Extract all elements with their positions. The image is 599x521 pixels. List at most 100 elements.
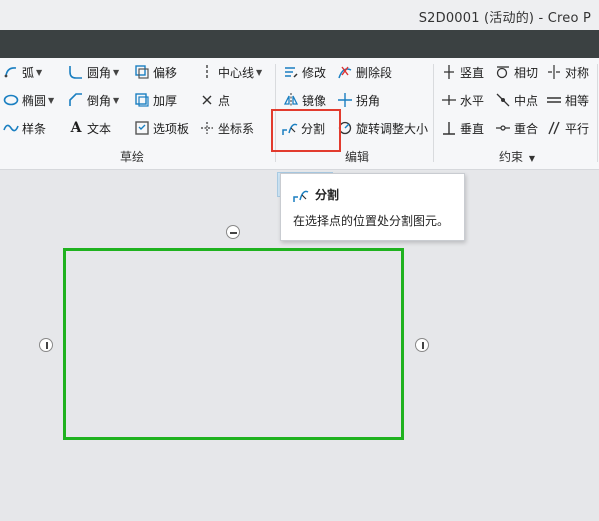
- perpendicular-icon: [441, 120, 457, 136]
- midpoint-icon: [495, 92, 511, 108]
- symmetric-icon: [546, 64, 562, 80]
- chamfer-label: 倒角: [87, 93, 112, 108]
- spline-tool[interactable]: 样条: [3, 117, 46, 139]
- coincident-constraint-tool[interactable]: 重合: [495, 117, 538, 139]
- palette-label: 选项板: [153, 121, 190, 136]
- chevron-down-icon: ▼: [528, 154, 535, 163]
- divide-highlight-box: [271, 109, 341, 152]
- centerline-icon: [199, 64, 215, 80]
- modify-icon: [283, 64, 299, 80]
- modify-label: 修改: [302, 65, 327, 80]
- horizontal-label: 水平: [460, 93, 485, 108]
- vertical-label: 竖直: [460, 65, 485, 80]
- ellipse-icon: [3, 92, 19, 108]
- centerline-tool[interactable]: 中心线 ▼: [199, 61, 262, 83]
- text-label: 文本: [87, 121, 112, 136]
- delete-segment-icon: [337, 64, 353, 80]
- arc-tool[interactable]: 弧 ▼: [3, 61, 42, 83]
- thicken-label: 加厚: [153, 93, 178, 108]
- horizontal-constraint-tool[interactable]: 水平: [441, 89, 484, 111]
- offset-tool[interactable]: 偏移: [134, 61, 177, 83]
- coordsys-tool[interactable]: 坐标系: [199, 117, 254, 139]
- offset-label: 偏移: [153, 65, 178, 80]
- vertical-constraint-marker-left[interactable]: [39, 338, 53, 352]
- palette-icon: [134, 120, 150, 136]
- symmetric-label: 对称: [565, 65, 590, 80]
- point-tool[interactable]: 点: [199, 89, 230, 111]
- thicken-icon: [134, 92, 150, 108]
- coincident-label: 重合: [514, 121, 539, 136]
- title-bar: S2D0001 (活动的) - Creo P: [0, 0, 599, 30]
- thicken-tool[interactable]: 加厚: [134, 89, 177, 111]
- chevron-down-icon[interactable]: ▼: [256, 68, 262, 77]
- corner-icon: [337, 92, 353, 108]
- tangent-constraint-tool[interactable]: 相切: [495, 61, 538, 83]
- ribbon-tab-strip: [0, 30, 599, 58]
- equal-constraint-tool[interactable]: 相等: [546, 89, 589, 111]
- vertical-constraint-marker-right[interactable]: [415, 338, 429, 352]
- offset-icon: [134, 64, 150, 80]
- sketch-rectangle[interactable]: [63, 248, 404, 440]
- fillet-label: 圆角: [87, 65, 112, 80]
- mirror-tool[interactable]: 镜像: [283, 89, 326, 111]
- tangent-icon: [495, 64, 511, 80]
- text-icon: A: [70, 120, 82, 136]
- delete-segment-tool[interactable]: 删除段: [337, 61, 392, 83]
- point-icon: [199, 92, 215, 108]
- equal-label: 相等: [565, 93, 590, 108]
- fillet-icon: [68, 64, 84, 80]
- chevron-down-icon[interactable]: ▼: [36, 68, 42, 77]
- coordsys-label: 坐标系: [218, 121, 255, 136]
- coordinate-system-icon: [199, 120, 215, 136]
- tooltip-title: 分割: [315, 188, 340, 202]
- corner-tool[interactable]: 拐角: [337, 89, 380, 111]
- parallel-constraint-tool[interactable]: 平行: [546, 117, 589, 139]
- tangent-label: 相切: [514, 65, 539, 80]
- divide-icon: [293, 187, 309, 203]
- midpoint-label: 中点: [514, 93, 539, 108]
- horizontal-constraint-icon: [441, 92, 457, 108]
- perpendicular-constraint-tool[interactable]: 垂直: [441, 117, 484, 139]
- modify-tool[interactable]: 修改: [283, 61, 326, 83]
- constrain-group-menu[interactable]: 约束 ▼: [499, 148, 535, 165]
- spline-icon: [3, 120, 19, 136]
- chevron-down-icon[interactable]: ▼: [48, 96, 54, 105]
- ellipse-tool[interactable]: 椭圆 ▼: [3, 89, 54, 111]
- parallel-icon: [546, 120, 562, 136]
- symmetric-constraint-tool[interactable]: 对称: [546, 61, 589, 83]
- midpoint-constraint-tool[interactable]: 中点: [495, 89, 538, 111]
- group-divider: [433, 64, 434, 162]
- window-title: S2D0001 (活动的) - Creo P: [418, 11, 591, 26]
- chevron-down-icon[interactable]: ▼: [113, 68, 119, 77]
- chamfer-icon: [68, 92, 84, 108]
- perpendicular-label: 垂直: [460, 121, 485, 136]
- corner-label: 拐角: [356, 93, 381, 108]
- edit-group-label: 编辑: [345, 150, 370, 164]
- arc-label: 弧: [22, 65, 35, 80]
- equal-icon: [546, 92, 562, 108]
- text-tool[interactable]: A 文本: [68, 117, 111, 139]
- vertical-constraint-tool[interactable]: 竖直: [441, 61, 484, 83]
- tooltip-description: 在选择点的位置处分割图元。: [293, 214, 450, 228]
- chevron-down-icon[interactable]: ▼: [113, 96, 119, 105]
- divide-tooltip: 分割 在选择点的位置处分割图元。: [280, 173, 465, 241]
- coincident-icon: [495, 120, 511, 136]
- arc-icon: [3, 64, 19, 80]
- parallel-label: 平行: [565, 121, 590, 136]
- point-label: 点: [218, 93, 231, 108]
- tooltip-header: 分割: [293, 186, 339, 203]
- constrain-group-label: 约束: [499, 150, 524, 164]
- spline-label: 样条: [22, 121, 47, 136]
- group-divider: [597, 64, 598, 162]
- vertical-constraint-icon: [441, 64, 457, 80]
- fillet-tool[interactable]: 圆角 ▼: [68, 61, 119, 83]
- horizontal-constraint-marker[interactable]: [226, 225, 240, 239]
- delete-segment-label: 删除段: [356, 65, 393, 80]
- rotate-resize-label: 旋转调整大小: [356, 121, 429, 136]
- sketch-group-label: 草绘: [120, 150, 145, 164]
- ellipse-label: 椭圆: [22, 93, 47, 108]
- palette-tool[interactable]: 选项板: [134, 117, 189, 139]
- chamfer-tool[interactable]: 倒角 ▼: [68, 89, 119, 111]
- rotate-resize-tool[interactable]: 旋转调整大小: [337, 117, 428, 139]
- centerline-label: 中心线: [218, 65, 255, 80]
